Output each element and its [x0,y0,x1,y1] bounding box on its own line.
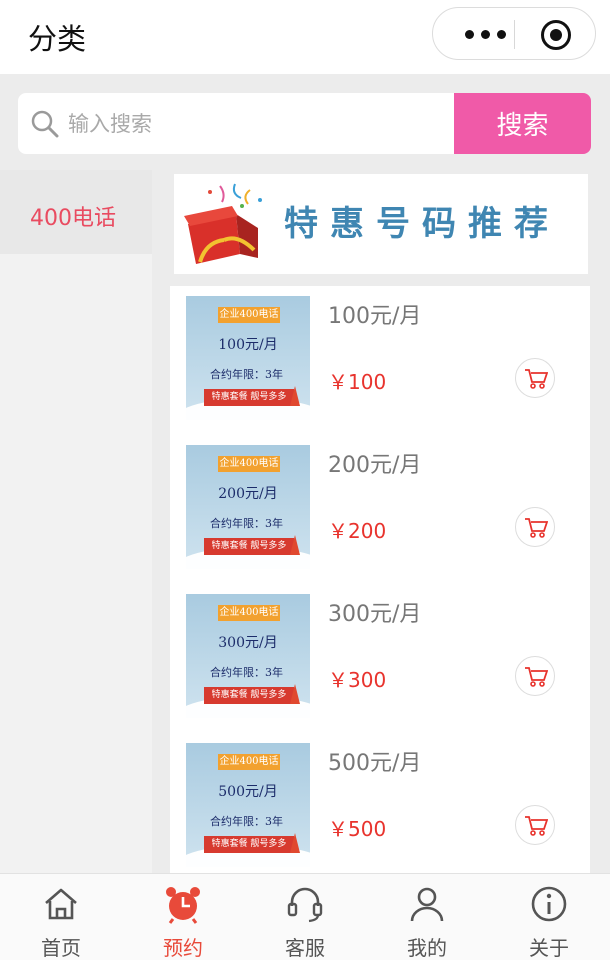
search-button[interactable]: 搜索 [454,93,591,154]
thumb-ribbon: 特惠套餐 靓号多多 [204,687,294,704]
category-label: 400电话 [30,206,116,231]
add-to-cart-button[interactable] [515,358,555,398]
tab-label: 关于 [529,936,569,960]
search-icon [31,110,59,138]
headset-icon [287,887,323,923]
tab-label: 预约 [163,936,203,960]
product-name: 300元/月 [328,602,422,627]
product-list: 企业400电话 100元/月 合约年限：3年 特惠套餐 靓号多多 100元/月 … [170,286,590,873]
thumb-term: 合约年限：3年 [210,666,283,679]
search-input[interactable] [68,102,448,146]
product-thumbnail: 企业400电话 200元/月 合约年限：3年 特惠套餐 靓号多多 [186,445,310,569]
rocket-icon [290,833,300,853]
product-item[interactable]: 企业400电话 500元/月 合约年限：3年 特惠套餐 靓号多多 500元/月 … [170,733,590,873]
capsule-divider [514,20,515,49]
nav-header: 分类 [0,0,610,74]
thumb-term: 合约年限：3年 [210,815,283,828]
product-thumbnail: 企业400电话 500元/月 合约年限：3年 特惠套餐 靓号多多 [186,743,310,867]
promo-banner[interactable]: 特惠号码推荐 [174,174,588,274]
banner-title: 特惠号码推荐 [284,204,560,244]
thumb-price: 500元/月 [218,784,278,800]
rocket-icon [290,386,300,406]
product-price: ￥100 [328,370,387,394]
product-thumbnail: 企业400电话 300元/月 合约年限：3年 特惠套餐 靓号多多 [186,594,310,718]
thumb-price: 100元/月 [218,337,278,353]
product-item[interactable]: 企业400电话 100元/月 合约年限：3年 特惠套餐 靓号多多 100元/月 … [170,286,590,426]
search-field [18,93,456,154]
product-price: ￥500 [328,817,387,841]
rocket-icon [290,535,300,555]
thumb-tag: 企业400电话 [218,307,280,323]
tab-home[interactable]: 首页 [0,874,122,960]
more-icon[interactable] [455,8,515,61]
cart-icon [525,667,548,687]
product-name: 200元/月 [328,453,422,478]
rocket-icon [290,684,300,704]
thumb-tag: 企业400电话 [218,754,280,770]
alarm-clock-icon [166,887,200,924]
product-name: 100元/月 [328,304,422,329]
product-name: 500元/月 [328,751,422,776]
thumb-term: 合约年限：3年 [210,368,283,381]
tab-booking[interactable]: 预约 [122,874,244,960]
cart-icon [525,518,548,538]
category-item-400[interactable]: 400电话 [0,170,152,254]
thumb-ribbon: 特惠套餐 靓号多多 [204,538,294,555]
add-to-cart-button[interactable] [515,656,555,696]
product-price: ￥300 [328,668,387,692]
tab-about[interactable]: 关于 [488,874,610,960]
cart-icon [525,369,548,389]
mini-program-capsule [432,7,596,60]
info-icon [531,886,567,922]
bottom-tab-bar: 首页 预约 客服 我的 关于 [0,873,610,960]
home-icon [45,888,77,920]
user-icon [410,887,444,922]
product-thumbnail: 企业400电话 100元/月 合约年限：3年 特惠套餐 靓号多多 [186,296,310,420]
add-to-cart-button[interactable] [515,805,555,845]
product-item[interactable]: 企业400电话 300元/月 合约年限：3年 特惠套餐 靓号多多 300元/月 … [170,584,590,724]
tab-profile[interactable]: 我的 [366,874,488,960]
product-panel: 特惠号码推荐 企业400电话 100元/月 合约年限：3年 特惠套餐 靓号多多 … [152,170,610,873]
product-price: ￥200 [328,519,387,543]
thumb-ribbon: 特惠套餐 靓号多多 [204,836,294,853]
tab-support[interactable]: 客服 [244,874,366,960]
thumb-term: 合约年限：3年 [210,517,283,530]
tab-label: 首页 [41,936,81,960]
category-sidebar: 400电话 [0,170,152,873]
product-item[interactable]: 企业400电话 200元/月 合约年限：3年 特惠套餐 靓号多多 200元/月 … [170,435,590,575]
add-to-cart-button[interactable] [515,507,555,547]
tab-label: 客服 [285,936,325,960]
page-title: 分类 [28,22,87,56]
thumb-ribbon: 特惠套餐 靓号多多 [204,389,294,406]
search-bar: 搜索 [0,74,610,170]
close-target-icon[interactable] [541,20,571,50]
thumb-tag: 企业400电话 [218,605,280,621]
tab-label: 我的 [407,936,447,960]
thumb-tag: 企业400电话 [218,456,280,472]
gift-box-icon [184,183,262,264]
thumb-price: 300元/月 [218,635,278,651]
cart-icon [525,816,548,836]
thumb-price: 200元/月 [218,486,278,502]
